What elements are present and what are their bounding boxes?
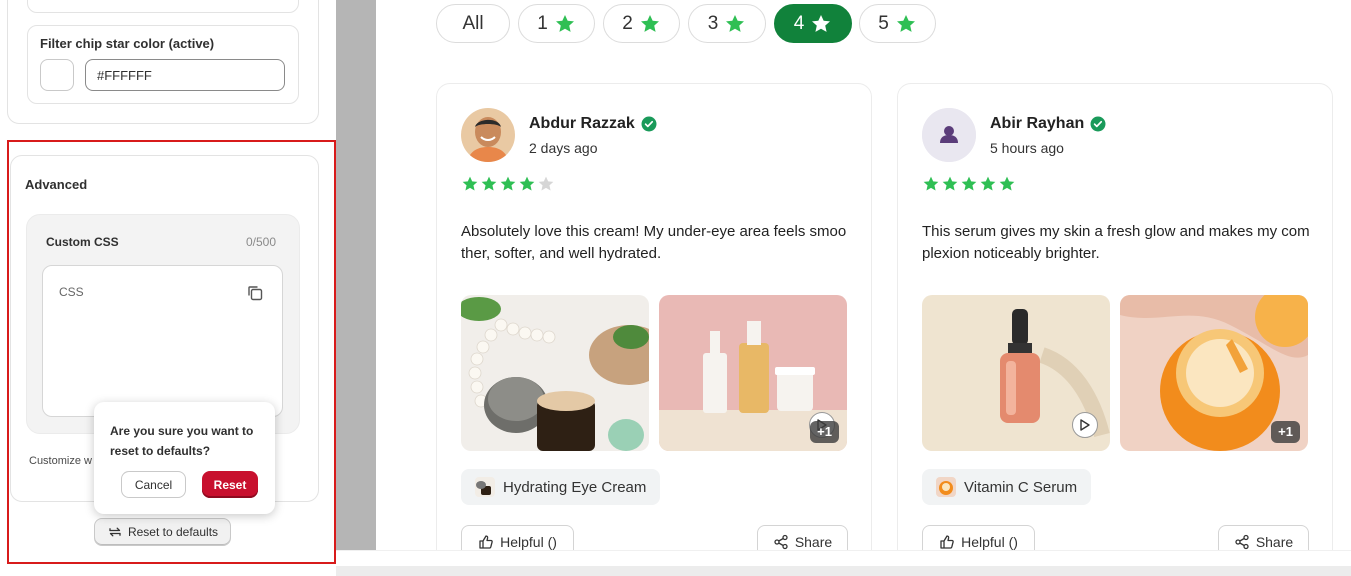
- filter-chip-label: 4: [793, 12, 805, 34]
- review-text: This serum gives my skin a fresh glow an…: [922, 223, 1310, 262]
- more-media-badge[interactable]: +1: [810, 421, 839, 443]
- filter-chip-label: 5: [878, 12, 889, 34]
- star-filled-icon: [980, 176, 996, 191]
- filter-chip-label: 2: [622, 12, 633, 34]
- color-hex-input[interactable]: [85, 59, 285, 91]
- product-thumbnail: [475, 477, 495, 497]
- filter-chip-label: 1: [537, 12, 548, 34]
- product-chip[interactable]: Hydrating Eye Cream: [461, 469, 661, 505]
- helpful-button[interactable]: Helpful (): [922, 525, 1035, 550]
- review-media-image[interactable]: +1: [1120, 295, 1308, 451]
- advanced-section-highlight: [7, 140, 336, 564]
- review-media-video[interactable]: +1: [659, 295, 847, 451]
- star-filled-icon: [999, 176, 1015, 191]
- star-rating: [922, 175, 1016, 193]
- share-icon: [774, 534, 788, 550]
- product-name: Vitamin C Serum: [964, 478, 1078, 496]
- review-card: Abdur Razzak 2 days ago Absolutely love …: [436, 83, 872, 550]
- filter-chip-2-star[interactable]: 2: [603, 4, 680, 43]
- share-button[interactable]: Share: [757, 525, 848, 550]
- filter-chip-1-star[interactable]: 1: [518, 4, 595, 43]
- review-card: Abir Rayhan 5 hours ago This serum gives…: [897, 83, 1333, 550]
- review-media-image[interactable]: [461, 295, 649, 451]
- filter-chip-star-color-label: Filter chip star color (active): [40, 36, 215, 51]
- filter-chip-star-color-field: Filter chip star color (active): [27, 25, 299, 104]
- helpful-button[interactable]: Helpful (): [461, 525, 574, 550]
- filter-chip-label: All: [462, 12, 484, 34]
- reviews-preview: All 1 2 3 4 5 Abdur Razzak 2 days ago Absolut…: [376, 0, 1351, 550]
- avatar: [461, 108, 515, 162]
- star-filled-icon: [923, 176, 939, 191]
- filter-chip-label: 3: [707, 12, 719, 34]
- filter-chip-4-star[interactable]: 4: [774, 4, 852, 43]
- avatar: [922, 108, 976, 162]
- star-icon: [812, 14, 831, 32]
- star-icon: [896, 14, 915, 32]
- share-button[interactable]: Share: [1218, 525, 1309, 550]
- star-icon: [555, 14, 574, 32]
- star-icon: [640, 14, 659, 32]
- verified-badge-icon: [1090, 116, 1106, 132]
- reviewer-name-text: Abir Rayhan: [990, 115, 1085, 132]
- previous-field-card: [27, 0, 299, 13]
- star-filled-icon: [961, 176, 977, 191]
- filter-chip-5-star[interactable]: 5: [859, 4, 936, 43]
- star-filled-icon: [500, 176, 516, 191]
- gutter: [336, 0, 376, 550]
- helpful-label: Helpful (): [500, 534, 557, 550]
- product-name: Hydrating Eye Cream: [503, 478, 647, 496]
- product-thumbnail: [936, 477, 956, 497]
- helpful-label: Helpful (): [961, 534, 1018, 550]
- star-filled-icon: [519, 176, 535, 191]
- reviewer-name: Abdur Razzak: [529, 115, 657, 133]
- star-empty-icon: [538, 176, 554, 191]
- thumbs-up-icon: [940, 535, 954, 549]
- share-label: Share: [1255, 534, 1294, 550]
- eye-cream-photo: [461, 295, 649, 451]
- star-icon: [726, 14, 745, 32]
- product-chip[interactable]: Vitamin C Serum: [922, 469, 1092, 505]
- filter-chip-all[interactable]: All: [436, 4, 510, 43]
- star-filled-icon: [481, 176, 497, 191]
- review-text: Absolutely love this cream! My under-eye…: [461, 223, 847, 262]
- star-rating: [461, 175, 555, 193]
- review-time: 2 days ago: [529, 140, 598, 156]
- verified-badge-icon: [641, 116, 657, 132]
- review-media-video[interactable]: [922, 295, 1110, 451]
- reviewer-name: Abir Rayhan: [990, 115, 1106, 133]
- play-icon[interactable]: [1072, 412, 1098, 438]
- share-label: Share: [794, 534, 833, 550]
- share-icon: [1235, 534, 1249, 550]
- star-filled-icon: [462, 176, 478, 191]
- review-time: 5 hours ago: [990, 140, 1064, 156]
- thumbs-up-icon: [479, 535, 493, 549]
- color-swatch[interactable]: [40, 59, 74, 91]
- star-filled-icon: [942, 176, 958, 191]
- more-media-badge[interactable]: +1: [1271, 421, 1300, 443]
- reviewer-name-text: Abdur Razzak: [529, 115, 635, 132]
- filter-chip-3-star[interactable]: 3: [688, 4, 766, 43]
- horizontal-scrollbar[interactable]: [336, 566, 1351, 576]
